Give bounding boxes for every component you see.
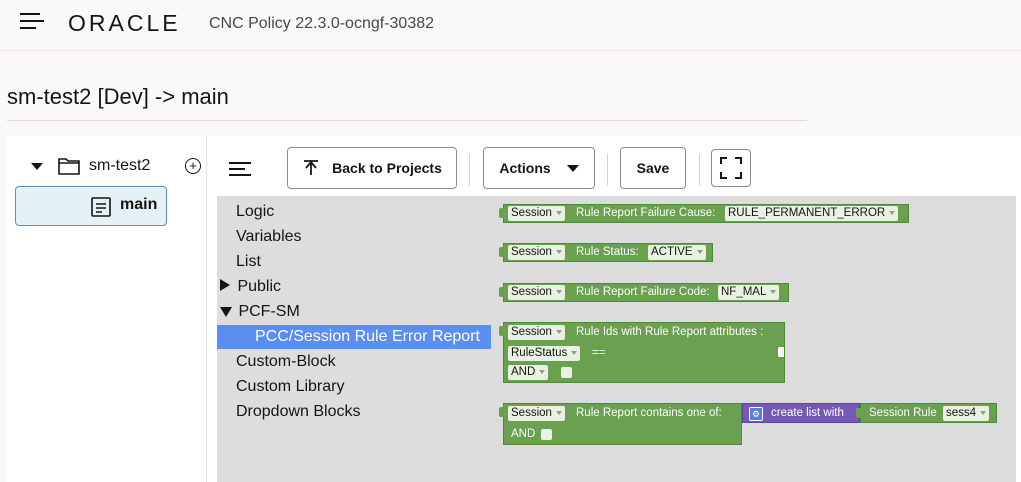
create-list-label: create list with [771,407,844,419]
block-label: Rule Report contains one of: [576,407,722,419]
project-tree: sm-test2 + main [7,136,206,482]
attribute-dropdown[interactable]: RuleStatus [508,346,581,361]
session-rule-label: Session Rule [869,407,937,419]
palette-item-custom-library[interactable]: Custom Library [236,376,344,398]
block-label: Rule Report Failure Cause: [576,207,716,219]
block-connector [499,208,505,218]
palette-item-pcf-sm[interactable]: PCF-SM [220,301,300,323]
palette-item-label: PCF-SM [238,303,300,320]
tree-node-label: sm-test2 [89,157,151,174]
block-label: Rule Report Failure Code: [576,286,710,298]
toolbar-divider [469,154,470,186]
block-label: Rule Status: [576,246,639,258]
fullscreen-button[interactable] [711,149,751,187]
toolbar-divider [607,154,608,186]
failure-code-dropdown[interactable]: NF_MAL [718,285,780,300]
chevron-down-icon [566,164,579,172]
create-list-block[interactable]: ⚙ create list with [742,403,860,423]
block-connector [499,247,505,257]
app-title: CNC Policy 22.3.0-ocngf-30382 [209,15,435,32]
block-rule-failure-code[interactable]: Session Rule Report Failure Code: NF_MAL [499,283,789,302]
expand-icon [220,279,230,291]
fullscreen-icon [720,157,742,179]
rule-status-dropdown[interactable]: ACTIVE [648,245,706,260]
checkbox[interactable] [561,367,572,378]
back-to-projects-button[interactable]: Back to Projects [287,147,457,189]
palette-item-list[interactable]: List [236,251,261,273]
block-canvas[interactable]: Session Rule Report Failure Cause: RULE_… [491,196,1016,482]
palette-item-pcc-session-rule-error-report[interactable]: PCC/Session Rule Error Report [217,325,491,349]
block-connector [499,407,505,417]
session-dropdown[interactable]: Session [508,285,565,300]
palette-item-dropdown-blocks[interactable]: Dropdown Blocks [236,401,361,423]
save-button-label: Save [636,160,670,176]
session-dropdown[interactable]: Session [508,206,565,221]
actions-button-label: Actions [499,160,551,176]
tree-node-main[interactable]: main [15,186,167,226]
block-label: Rule Ids with Rule Report attributes : [576,326,764,338]
document-icon [91,197,111,217]
palette-item-label: PCC/Session Rule Error Report [255,328,480,345]
palette-item-logic[interactable]: Logic [236,201,274,223]
menu-icon[interactable] [20,13,44,31]
toolbar-divider [699,154,700,186]
block-connector [856,408,862,418]
toggle-menu-icon[interactable] [229,162,251,178]
collapse-icon [220,306,232,317]
palette-item-custom-block[interactable]: Custom-Block [236,351,336,373]
save-button[interactable]: Save [620,147,686,189]
block-connector [499,326,505,336]
tree-node-project[interactable]: sm-test2 [31,157,150,175]
operator-label: == [592,347,606,359]
page-title: sm-test2 [Dev] -> main [7,84,229,109]
palette-item-variables[interactable]: Variables [236,226,302,248]
palette-item-public[interactable]: Public [220,276,281,298]
top-bar: ORACLE CNC Policy 22.3.0-ocngf-30382 [0,0,1021,51]
folder-icon [58,157,80,175]
session-rule-dropdown[interactable]: sess4 [943,406,990,421]
block-palette: Logic Variables List Public PCF-SM PCC/S… [217,196,491,482]
upload-arrow-icon [304,160,319,175]
session-dropdown[interactable]: Session [508,406,565,421]
actions-button[interactable]: Actions [483,147,595,189]
logic-label: AND [511,428,536,440]
block-rule-report-contains[interactable]: Session Rule Report contains one of: AND [499,403,742,445]
block-rule-failure-cause[interactable]: Session Rule Report Failure Cause: RULE_… [499,204,909,223]
block-connector [499,287,505,297]
session-dropdown[interactable]: Session [508,325,565,340]
logic-dropdown[interactable]: AND [508,365,549,380]
oracle-logo: ORACLE [68,10,181,36]
failure-cause-dropdown[interactable]: RULE_PERMANENT_ERROR [725,206,899,221]
gear-icon[interactable]: ⚙ [749,407,763,421]
value-input-slot[interactable] [778,347,784,357]
palette-item-label: Public [237,278,282,295]
block-rule-ids-with-attributes[interactable]: Session Rule Ids with Rule Report attrib… [499,322,785,383]
session-dropdown[interactable]: Session [508,245,565,260]
back-button-label: Back to Projects [332,160,442,176]
session-rule-block[interactable]: Session Rule sess4 [856,403,997,423]
checkbox[interactable] [541,429,552,440]
caret-down-icon[interactable] [31,162,43,170]
title-divider [7,120,807,121]
add-icon[interactable]: + [185,158,201,174]
tree-node-label: main [120,196,158,213]
block-rule-status[interactable]: Session Rule Status: ACTIVE [499,243,713,262]
